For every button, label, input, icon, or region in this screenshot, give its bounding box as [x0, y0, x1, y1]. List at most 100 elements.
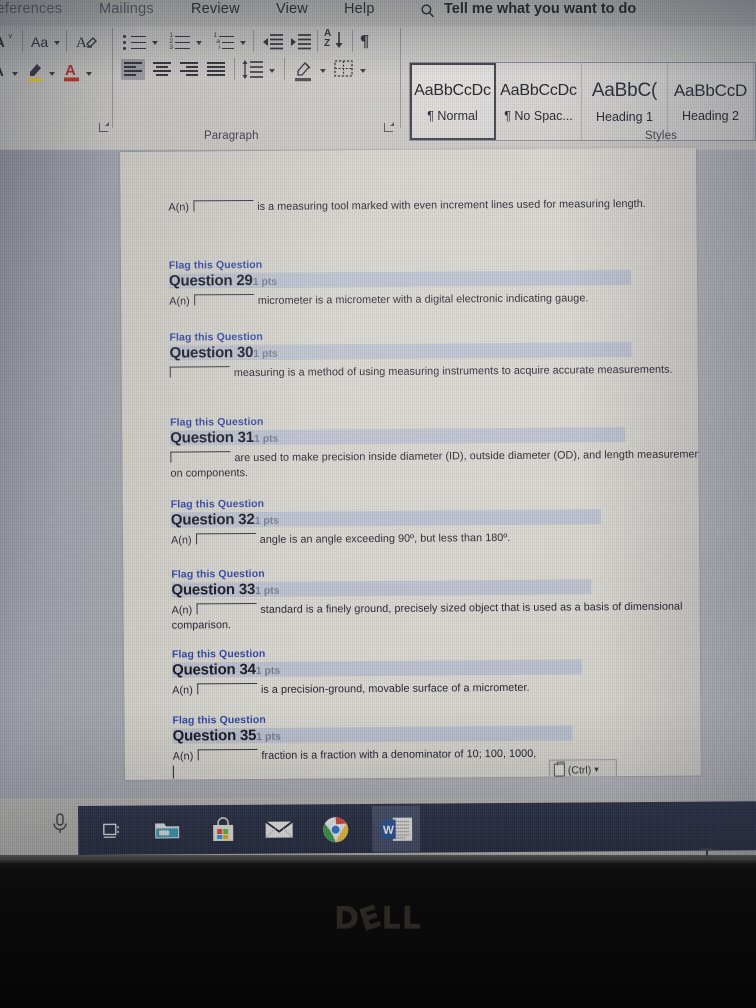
question-sentence: fraction is a fraction with a denominato… [261, 747, 537, 762]
styles-gallery[interactable]: AaBbCcDc ¶ Normal AaBbCcDc ¶ No Spac... … [409, 62, 756, 141]
align-right-icon[interactable] [177, 59, 201, 80]
highlight-caret-icon[interactable] [49, 72, 55, 76]
tab-mailings[interactable]: Mailings [99, 1, 154, 17]
answer-blank[interactable] [196, 602, 257, 615]
text-effects-icon[interactable]: A [0, 63, 4, 80]
mail-icon [265, 820, 294, 839]
word-ribbon: References Mailings Review View Help Tel… [0, 0, 756, 150]
tab-help[interactable]: Help [344, 1, 375, 17]
divider [317, 30, 318, 52]
taskbar-item-file-explorer[interactable] [146, 812, 188, 848]
group-label-paragraph: Paragraph [204, 130, 259, 142]
style-name: Heading 2 [682, 109, 739, 124]
numbering-caret-icon[interactable] [196, 41, 202, 45]
clear-formatting-icon[interactable]: A [76, 31, 98, 53]
question-lead-in: A(n) [171, 604, 193, 617]
divider [253, 30, 254, 52]
answer-blank[interactable] [195, 532, 256, 545]
divider [66, 30, 67, 52]
increase-indent-icon[interactable] [290, 32, 312, 52]
question-sentence: micrometer is a micrometer with a digita… [257, 292, 589, 307]
answer-blank[interactable] [193, 293, 254, 306]
paragraph-dialog-launcher[interactable] [384, 122, 394, 132]
align-left-icon[interactable] [121, 59, 145, 80]
style-preview: AaBbC( [591, 80, 658, 101]
dell-letter-l2: L [401, 901, 422, 936]
question-heading-row: Question 331 pts [171, 577, 701, 599]
question-lead-in: A(n) [169, 295, 190, 308]
style-item-normal[interactable]: AaBbCcDc ¶ Normal [410, 63, 496, 140]
font-color-icon[interactable]: A [62, 59, 82, 83]
taskbar-item-microsoft-store[interactable] [202, 812, 244, 848]
tell-me-search-box[interactable]: Tell me what you want to do [444, 1, 636, 17]
question-text: A(n) is a precision-ground, movable surf… [172, 679, 701, 698]
change-case-caret-icon[interactable] [54, 41, 60, 45]
question-sentence: angle is an angle exceeding 90º, but les… [259, 531, 511, 546]
decrease-indent-icon[interactable] [262, 32, 284, 52]
line-spacing-icon[interactable] [241, 59, 265, 81]
font-color-caret-icon[interactable] [86, 72, 92, 76]
answer-blank[interactable] [170, 451, 231, 463]
text-highlight-color-icon[interactable] [26, 59, 46, 83]
taskbar-item-task-view[interactable] [90, 813, 132, 849]
answer-blank[interactable] [197, 748, 258, 761]
chrome-icon [322, 816, 348, 842]
question-heading-row: Question 351 pts [173, 723, 701, 745]
divider [400, 28, 401, 128]
line-spacing-caret-icon[interactable] [269, 69, 275, 73]
laptop-bezel: DELL [0, 855, 756, 1008]
question-heading-row: Question 321 pts [171, 507, 701, 529]
mouse-cursor-ibeam [701, 848, 713, 858]
multilevel-list-icon[interactable]: 1 a i [210, 32, 238, 52]
paste-options-button[interactable]: (Ctrl) ▾ [548, 759, 617, 780]
bullets-caret-icon[interactable] [152, 41, 158, 45]
bullets-icon[interactable] [122, 32, 148, 52]
word-document-canvas[interactable]: A(n) is a measuring tool marked with eve… [0, 147, 756, 858]
search-icon [421, 4, 434, 18]
change-case-icon[interactable]: Aa [31, 34, 48, 50]
paste-options-label: (Ctrl) [567, 763, 592, 777]
windows-taskbar[interactable]: W [78, 801, 756, 855]
document-page[interactable]: A(n) is a measuring tool marked with eve… [120, 147, 701, 780]
shading-caret-icon[interactable] [320, 69, 326, 73]
taskbar-item-chrome[interactable] [314, 811, 356, 847]
answer-blank[interactable] [169, 366, 230, 378]
text-effects-caret-icon[interactable] [12, 72, 18, 76]
shrink-font-icon[interactable]: A [0, 34, 5, 51]
style-preview: AaBbCcDc [500, 82, 577, 100]
chevron-down-icon[interactable]: ▾ [594, 764, 599, 775]
font-dialog-launcher[interactable] [99, 122, 109, 132]
show-formatting-marks-icon[interactable]: ¶ [360, 31, 369, 51]
multilevel-list-caret-icon[interactable] [240, 41, 246, 45]
question-block: Flag this Question Question 341 pts A(n)… [172, 644, 701, 698]
question-text: A(n) angle is an angle exceeding 90º, bu… [171, 529, 701, 548]
bezel-highlight [0, 855, 756, 869]
taskbar-item-mail[interactable] [258, 811, 300, 847]
tab-references[interactable]: References [0, 1, 62, 17]
numbering-icon[interactable]: 1 2 3 [166, 32, 192, 52]
question-text: measuring is a method of using measuring… [169, 362, 701, 381]
question-heading: Question 29 [168, 271, 253, 290]
answer-blank[interactable] [193, 199, 254, 212]
question-block: A(n) is a measuring tool marked with eve… [168, 191, 701, 215]
borders-icon[interactable] [333, 59, 355, 80]
question-lead-in: A(n) [172, 750, 194, 763]
taskbar-item-word[interactable]: W [372, 805, 421, 852]
style-item-heading-2[interactable]: AaBbCcD Heading 2 [668, 63, 754, 140]
style-item-heading-1[interactable]: AaBbC( Heading 1 [582, 63, 668, 140]
question-block: Flag this Question Question 301 pts meas… [169, 327, 701, 381]
question-sentence: are used to make precision inside diamet… [170, 448, 701, 480]
sort-label-z: Z [324, 38, 331, 49]
borders-caret-icon[interactable] [360, 69, 366, 73]
answer-blank[interactable] [196, 682, 257, 695]
question-block: Flag this Question Question 321 pts A(n)… [171, 494, 701, 548]
style-item-no-spacing[interactable]: AaBbCcDc ¶ No Spac... [496, 63, 582, 140]
shading-icon[interactable] [293, 59, 315, 82]
tab-view[interactable]: View [276, 1, 308, 17]
ribbon-content: A ˅ Aa A A A [0, 26, 756, 150]
justify-icon[interactable] [204, 59, 228, 80]
sort-icon[interactable]: A Z [324, 29, 331, 49]
cortana-microphone-icon[interactable] [50, 812, 70, 836]
align-center-icon[interactable] [150, 59, 174, 80]
tab-review[interactable]: Review [191, 1, 240, 17]
